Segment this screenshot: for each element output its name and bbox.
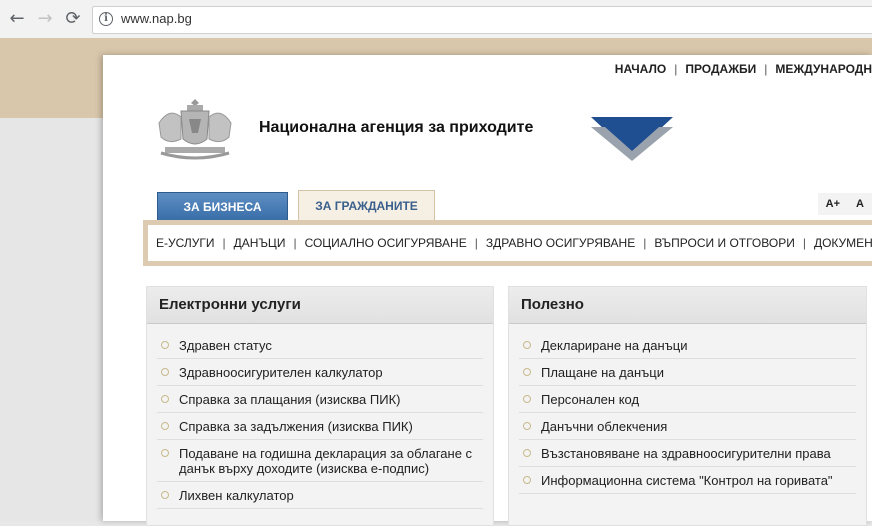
main-menu: Е-УСЛУГИ | ДАНЪЦИ | СОЦИАЛНО ОСИГУРЯВАНЕ | …: [143, 220, 872, 266]
link-text[interactable]: Персонален код: [541, 392, 639, 407]
agency-title: Национална агенция за приходите: [259, 119, 534, 136]
font-size-controls: A+ A: [817, 193, 872, 215]
separator: |: [222, 236, 226, 250]
top-nav-sales[interactable]: ПРОДАЖБИ: [685, 62, 756, 76]
list-item[interactable]: Данъчни облекчения: [519, 413, 856, 440]
separator: |: [674, 62, 678, 76]
bullet-icon: [523, 422, 531, 430]
link-text[interactable]: Плащане на данъци: [541, 365, 664, 380]
bullet-icon: [523, 449, 531, 457]
top-nav-home[interactable]: НАЧАЛО: [615, 62, 666, 76]
menu-item-taxes[interactable]: ДАНЪЦИ: [234, 236, 286, 250]
separator: |: [764, 62, 768, 76]
bullet-icon: [161, 368, 169, 376]
url-text[interactable]: www.nap.bg: [121, 11, 192, 26]
electronic-services-panel: Електронни услуги Здравен статус Здравно…: [146, 286, 494, 526]
menu-item-eservices[interactable]: Е-УСЛУГИ: [156, 236, 215, 250]
separator: |: [643, 236, 647, 250]
list-item[interactable]: Лихвен калкулатор: [157, 482, 483, 509]
back-icon[interactable]: ←: [6, 7, 28, 29]
separator: |: [474, 236, 478, 250]
bullet-icon: [161, 422, 169, 430]
font-increase-button[interactable]: A+: [817, 193, 849, 215]
link-text[interactable]: Възстановяване на здравноосигурителни пр…: [541, 446, 831, 461]
menu-item-health-insurance[interactable]: ЗДРАВНО ОСИГУРЯВАНЕ: [486, 236, 635, 250]
address-bar[interactable]: i www.nap.bg: [92, 6, 872, 34]
link-text[interactable]: Справка за плащания (изисква ПИК): [179, 392, 400, 407]
menu-item-documents[interactable]: ДОКУМЕНТИ: [814, 236, 872, 250]
nap-logo: [591, 117, 673, 161]
bullet-icon: [161, 449, 169, 457]
list-item[interactable]: Справка за плащания (изисква ПИК): [157, 386, 483, 413]
panel-title: Електронни услуги: [147, 287, 493, 324]
list-item[interactable]: Справка за задължения (изисква ПИК): [157, 413, 483, 440]
list-item[interactable]: Персонален код: [519, 386, 856, 413]
bullet-icon: [523, 341, 531, 349]
link-text[interactable]: Здравноосигурителен калкулатор: [179, 365, 383, 380]
top-nav-international[interactable]: МЕЖДУНАРОДН: [775, 62, 872, 76]
link-text[interactable]: Подаване на годишна декларация за облага…: [179, 446, 472, 476]
forward-icon[interactable]: →: [34, 7, 56, 29]
tab-citizens[interactable]: ЗА ГРАЖДАНИТЕ: [298, 190, 435, 221]
reload-icon[interactable]: ⟳: [62, 7, 84, 29]
menu-item-social-insurance[interactable]: СОЦИАЛНО ОСИГУРЯВАНЕ: [305, 236, 467, 250]
link-text[interactable]: Здравен статус: [179, 338, 272, 353]
list-item[interactable]: Подаване на годишна декларация за облага…: [157, 440, 483, 482]
menu-item-faq[interactable]: ВЪПРОСИ И ОТГОВОРИ: [654, 236, 795, 250]
bullet-icon: [161, 491, 169, 499]
bullet-icon: [161, 341, 169, 349]
link-text[interactable]: Деклариране на данъци: [541, 338, 688, 353]
coat-of-arms-logo: [158, 99, 232, 160]
list-item[interactable]: Здравен статус: [157, 332, 483, 359]
link-text[interactable]: Данъчни облекчения: [541, 419, 667, 434]
browser-toolbar: ← → ⟳ i www.nap.bg: [0, 0, 872, 39]
bullet-icon: [523, 395, 531, 403]
site-container: НАЧАЛО | ПРОДАЖБИ | МЕЖДУНАРОДН Национална а…: [103, 55, 872, 526]
separator: |: [293, 236, 297, 250]
list-item[interactable]: Деклариране на данъци: [519, 332, 856, 359]
list-item[interactable]: Възстановяване на здравноосигурителни пр…: [519, 440, 856, 467]
list-item[interactable]: Плащане на данъци: [519, 359, 856, 386]
useful-panel: Полезно Деклариране на данъци Плащане на…: [508, 286, 867, 526]
link-text[interactable]: Справка за задължения (изисква ПИК): [179, 419, 413, 434]
link-text[interactable]: Информационна система "Контрол на горива…: [541, 473, 833, 488]
bullet-icon: [523, 368, 531, 376]
list-item[interactable]: Здравноосигурителен калкулатор: [157, 359, 483, 386]
link-text[interactable]: Лихвен калкулатор: [179, 488, 294, 503]
font-normal-button[interactable]: A: [848, 193, 872, 215]
top-navigation: НАЧАЛО | ПРОДАЖБИ | МЕЖДУНАРОДН: [615, 62, 872, 76]
bullet-icon: [161, 395, 169, 403]
panel-title: Полезно: [509, 287, 866, 324]
tab-business[interactable]: ЗА БИЗНЕСА: [157, 192, 288, 221]
separator: |: [802, 236, 806, 250]
bullet-icon: [523, 476, 531, 484]
list-item[interactable]: Информационна система "Контрол на горива…: [519, 467, 856, 494]
info-icon[interactable]: i: [99, 12, 113, 26]
